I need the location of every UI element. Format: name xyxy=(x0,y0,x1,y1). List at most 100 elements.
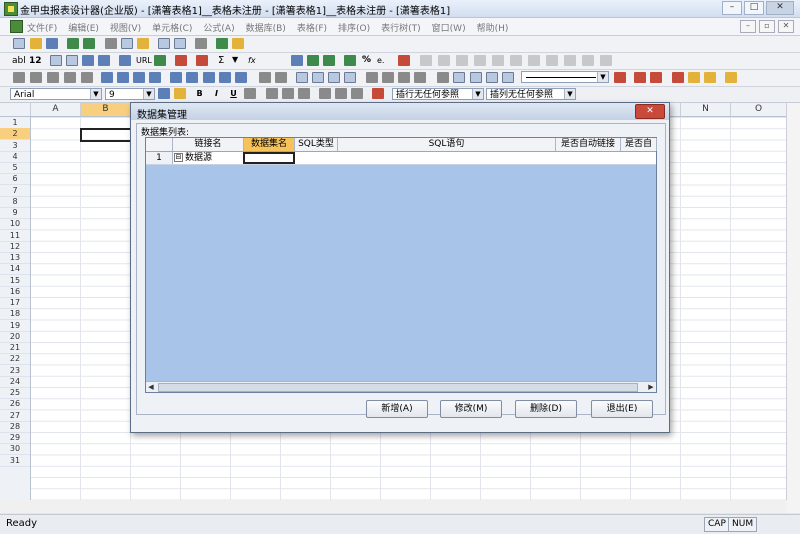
cross-icon[interactable] xyxy=(437,72,449,83)
diagonal-icon[interactable] xyxy=(366,72,378,83)
line-icon[interactable] xyxy=(259,72,271,83)
row-header[interactable]: 5 xyxy=(0,162,30,174)
row-header[interactable]: 14 xyxy=(0,263,30,276)
formula-icon[interactable] xyxy=(196,55,208,66)
menu-formula[interactable]: 公式(A) xyxy=(203,21,234,34)
row-header[interactable]: 28 xyxy=(0,421,30,433)
row-header[interactable]: 26 xyxy=(0,398,30,411)
vertical-scrollbar[interactable] xyxy=(786,103,800,513)
frame-icon[interactable] xyxy=(50,55,62,66)
valign-top-icon[interactable] xyxy=(319,88,331,99)
italic-button[interactable]: I xyxy=(210,88,223,100)
text-color-icon[interactable] xyxy=(158,88,170,99)
diagonal2-icon[interactable] xyxy=(382,72,394,83)
auto-link-cell[interactable] xyxy=(556,152,620,164)
menu-file[interactable]: 文件(F) xyxy=(27,21,57,34)
row-header[interactable]: 25 xyxy=(0,387,30,399)
dataset-table[interactable]: 链接名 数据集名 SQL类型 SQL语句 是否自动链接 是否自 1 ⊟ 数据源 ◀… xyxy=(145,137,657,393)
split-icon[interactable] xyxy=(149,72,161,83)
document-icon[interactable] xyxy=(10,20,23,33)
table3-icon[interactable] xyxy=(502,72,514,83)
chart-icon[interactable] xyxy=(235,72,247,83)
row-header[interactable]: 4 xyxy=(0,151,30,163)
header-auto-link[interactable]: 是否自动链接 xyxy=(556,138,621,151)
row-header[interactable]: 29 xyxy=(0,432,30,444)
row-header[interactable]: 12 xyxy=(0,241,30,253)
header-auto-more[interactable]: 是否自 xyxy=(621,138,657,151)
link-name-cell[interactable]: ⊟ 数据源 xyxy=(174,152,243,164)
align-center-icon[interactable] xyxy=(282,88,294,99)
menu-view[interactable]: 视图(V) xyxy=(110,21,141,34)
move-down-icon[interactable] xyxy=(528,55,540,66)
import-icon[interactable] xyxy=(67,38,79,49)
dataset-name-cell[interactable] xyxy=(243,152,295,164)
header-dataset-name[interactable]: 数据集名 xyxy=(244,138,295,151)
bold-button[interactable]: B xyxy=(193,88,206,100)
new-icon[interactable] xyxy=(13,38,25,49)
help-icon[interactable] xyxy=(232,38,244,49)
check-icon[interactable] xyxy=(372,88,384,99)
align-right-icon[interactable] xyxy=(298,88,310,99)
menu-help[interactable]: 帮助(H) xyxy=(477,21,509,34)
register-icon[interactable] xyxy=(216,38,228,49)
edit-button[interactable]: 修改(M) xyxy=(440,400,502,418)
report-icon[interactable] xyxy=(98,55,110,66)
row-header-selected[interactable]: 2 xyxy=(0,128,30,141)
save-icon[interactable] xyxy=(46,38,58,49)
col-width-icon[interactable] xyxy=(117,72,129,83)
scroll-right-icon[interactable]: ▶ xyxy=(646,382,656,392)
row-header[interactable]: 17 xyxy=(0,297,30,309)
mdi-minimize-icon[interactable]: – xyxy=(740,20,756,33)
maximize-icon[interactable]: □ xyxy=(744,1,764,15)
selected-cell[interactable] xyxy=(80,128,133,142)
row-header[interactable]: 24 xyxy=(0,376,30,388)
text-box-button[interactable]: abl xyxy=(12,56,26,66)
diagonal4-icon[interactable] xyxy=(414,72,426,83)
align-center-icon[interactable] xyxy=(438,55,450,66)
cut-icon[interactable] xyxy=(105,38,117,49)
sum-field-icon[interactable] xyxy=(323,55,335,66)
indent-icon[interactable] xyxy=(474,55,486,66)
delete-row-icon[interactable] xyxy=(47,72,59,83)
page-setup-icon[interactable] xyxy=(174,38,186,49)
mdi-restore-icon[interactable]: ▫ xyxy=(759,20,775,33)
row-header[interactable]: 21 xyxy=(0,342,30,354)
number-button[interactable]: 12 xyxy=(29,56,42,66)
row-header[interactable]: 3 xyxy=(0,140,30,152)
row-header[interactable]: 23 xyxy=(0,365,30,377)
font-select[interactable]: Arial ▼ xyxy=(10,88,102,100)
column-header[interactable]: A xyxy=(31,103,81,116)
delete-col-icon[interactable] xyxy=(64,72,76,83)
function-button[interactable]: fx xyxy=(248,56,256,65)
insert-row-icon[interactable] xyxy=(13,72,25,83)
sort-desc-icon[interactable] xyxy=(650,72,662,83)
open-icon[interactable] xyxy=(30,38,42,49)
size-select[interactable]: 9 ▼ xyxy=(105,88,155,100)
lock-icon[interactable] xyxy=(688,72,700,83)
column-header[interactable]: N xyxy=(681,103,731,116)
sort-asc-icon[interactable] xyxy=(634,72,646,83)
export-icon[interactable] xyxy=(83,38,95,49)
paste-icon[interactable] xyxy=(137,38,149,49)
sum-button[interactable]: Σ xyxy=(218,55,224,66)
valign-bottom-icon[interactable] xyxy=(351,88,363,99)
close-icon[interactable]: ✕ xyxy=(766,1,794,15)
collapse-icon[interactable]: ⊟ xyxy=(174,153,183,162)
image-icon[interactable] xyxy=(119,55,131,66)
row-header[interactable]: 8 xyxy=(0,196,30,208)
header-sql-statement[interactable]: SQL语句 xyxy=(338,138,556,151)
spell-icon[interactable] xyxy=(175,55,187,66)
diagonal3-icon[interactable] xyxy=(398,72,410,83)
table-icon[interactable] xyxy=(470,72,482,83)
insert-row-select[interactable]: 插行无任何参照 ▼ xyxy=(392,88,484,100)
box-icon[interactable] xyxy=(453,72,465,83)
underline-button[interactable]: U xyxy=(227,88,240,100)
column-header-selected[interactable]: B xyxy=(81,103,131,116)
column-header[interactable]: O xyxy=(731,103,787,116)
outdent-icon[interactable] xyxy=(492,55,504,66)
scientific-button[interactable]: e. xyxy=(377,56,384,65)
align-left-icon[interactable] xyxy=(266,88,278,99)
header-link-name[interactable]: 链接名 xyxy=(173,138,244,151)
tree-icon[interactable] xyxy=(582,55,594,66)
abc-icon[interactable] xyxy=(398,55,410,66)
